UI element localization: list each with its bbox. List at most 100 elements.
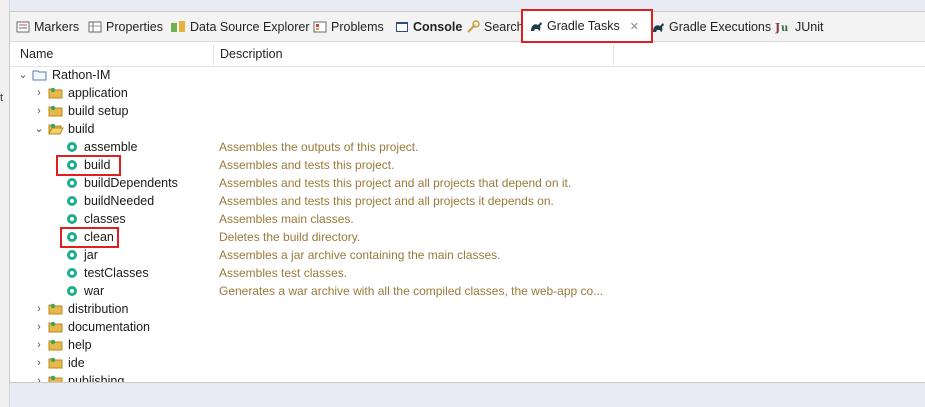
tree-row-task[interactable]: clean Deletes the build directory. bbox=[10, 228, 910, 246]
chevron-right-icon[interactable]: › bbox=[33, 84, 45, 102]
tree-row-task[interactable]: jar Assembles a jar archive containing t… bbox=[10, 246, 910, 264]
tab-label: Properties bbox=[106, 19, 163, 34]
highlight-build-task bbox=[56, 155, 121, 176]
tree-row-distribution[interactable]: › distribution bbox=[10, 300, 910, 318]
tree-row-task[interactable]: classes Assembles main classes. bbox=[10, 210, 910, 228]
tree-row-help[interactable]: › help bbox=[10, 336, 910, 354]
tree-label: ide bbox=[68, 356, 85, 370]
tree-label: documentation bbox=[68, 320, 151, 334]
tree-label: distribution bbox=[68, 302, 129, 316]
tree-row-publishing[interactable]: › publishing bbox=[10, 372, 910, 382]
task-description: Assembles and tests this project. bbox=[219, 158, 395, 172]
task-name: testClasses bbox=[84, 266, 149, 280]
folder-icon bbox=[48, 357, 63, 369]
chevron-right-icon[interactable]: › bbox=[33, 102, 45, 120]
folder-icon bbox=[48, 339, 63, 351]
chevron-right-icon[interactable]: › bbox=[33, 354, 45, 372]
gear-icon bbox=[67, 268, 77, 278]
task-description: Assembles main classes. bbox=[219, 212, 354, 226]
markers-icon bbox=[16, 21, 30, 32]
tab-label: JUnit bbox=[795, 19, 824, 34]
gear-icon bbox=[67, 214, 77, 224]
search-icon bbox=[467, 19, 480, 33]
folder-icon bbox=[48, 303, 63, 315]
tree-row-task[interactable]: buildNeeded Assembles and tests this pro… bbox=[10, 192, 910, 210]
chevron-down-icon[interactable]: ⌄ bbox=[33, 120, 45, 138]
task-name: classes bbox=[84, 212, 126, 226]
tab-label: Gradle Tasks bbox=[547, 19, 620, 33]
folder-icon bbox=[48, 87, 63, 99]
tab-label: Search bbox=[484, 19, 524, 34]
project-folder-icon bbox=[32, 70, 47, 81]
task-description: Assembles test classes. bbox=[219, 266, 348, 280]
tab-properties[interactable]: Properties bbox=[88, 12, 163, 41]
tab-label: Markers bbox=[34, 19, 80, 34]
column-divider[interactable] bbox=[213, 45, 214, 65]
task-name: buildNeeded bbox=[84, 194, 155, 208]
tab-label: Problems bbox=[331, 19, 384, 34]
folder-icon bbox=[48, 105, 63, 117]
console-icon bbox=[396, 21, 408, 32]
tree-label: help bbox=[68, 338, 92, 352]
svg-text:u: u bbox=[781, 23, 788, 34]
tab-gradle-tasks[interactable]: Gradle Tasks ✕ bbox=[521, 9, 653, 43]
tree-row-task[interactable]: testClasses Assembles test classes. bbox=[10, 264, 910, 282]
junit-icon: Ju bbox=[775, 21, 788, 34]
chevron-right-icon[interactable]: › bbox=[33, 300, 45, 318]
gear-icon bbox=[67, 178, 77, 188]
tab-junit[interactable]: Ju JUnit bbox=[775, 12, 823, 41]
svg-text:J: J bbox=[775, 21, 780, 34]
chevron-right-icon[interactable]: › bbox=[33, 318, 45, 336]
column-name[interactable]: Name bbox=[20, 42, 53, 66]
column-divider[interactable] bbox=[613, 45, 614, 65]
gear-icon bbox=[67, 250, 77, 260]
tab-markers[interactable]: Markers bbox=[16, 12, 79, 41]
task-name: buildDependents bbox=[84, 176, 178, 190]
data-source-icon bbox=[171, 20, 185, 32]
task-name: assemble bbox=[84, 140, 138, 154]
chevron-down-icon[interactable]: ⌄ bbox=[17, 66, 29, 84]
task-description: Assembles and tests this project and all… bbox=[219, 194, 554, 208]
task-description: Generates a war archive with all the com… bbox=[219, 284, 604, 298]
gear-icon bbox=[67, 286, 77, 296]
task-description: Deletes the build directory. bbox=[219, 230, 361, 244]
tree-row-ide[interactable]: › ide bbox=[10, 354, 910, 372]
task-description: Assembles the outputs of this project. bbox=[219, 140, 419, 154]
column-description[interactable]: Description bbox=[220, 42, 283, 66]
close-icon[interactable]: ✕ bbox=[630, 20, 639, 33]
folder-icon bbox=[48, 321, 63, 333]
tree-row-task[interactable]: war Generates a war archive with all the… bbox=[10, 282, 910, 300]
column-header: Name Description bbox=[10, 42, 925, 67]
tab-label: Gradle Executions bbox=[669, 19, 772, 34]
tab-problems[interactable]: Problems bbox=[313, 12, 384, 41]
tree-label: build setup bbox=[68, 104, 129, 118]
folder-open-icon bbox=[48, 123, 64, 135]
folder-icon bbox=[48, 375, 63, 382]
tab-console[interactable]: Console bbox=[395, 12, 462, 41]
tab-search[interactable]: Search bbox=[466, 12, 524, 41]
tree-row-task[interactable]: assemble Assembles the outputs of this p… bbox=[10, 138, 910, 156]
gradle-view-frame: Markers Properties Data Source Explorer … bbox=[9, 9, 925, 383]
gradle-icon bbox=[653, 22, 664, 32]
tree-label: publishing bbox=[68, 374, 125, 382]
chevron-right-icon[interactable]: › bbox=[33, 372, 45, 382]
tree-row-task[interactable]: buildDependents Assembles and tests this… bbox=[10, 174, 910, 192]
tab-gradle-executions[interactable]: Gradle Executions bbox=[651, 12, 771, 41]
tree-row-build-group[interactable]: ⌄ build bbox=[10, 120, 910, 138]
task-name: war bbox=[84, 284, 105, 298]
tree-row-project[interactable]: ⌄ Rathon-IM bbox=[10, 66, 910, 84]
tree-row-task[interactable]: build Assembles and tests this project. bbox=[10, 156, 910, 174]
tree-label: application bbox=[68, 86, 128, 100]
tree-row-documentation[interactable]: › documentation bbox=[10, 318, 910, 336]
task-name: jar bbox=[84, 248, 98, 262]
task-description: Assembles a jar archive containing the m… bbox=[219, 248, 501, 262]
tree-row-application[interactable]: › application bbox=[10, 84, 910, 102]
properties-icon bbox=[88, 21, 102, 32]
chevron-right-icon[interactable]: › bbox=[33, 336, 45, 354]
tab-data-source-explorer[interactable]: Data Source Explorer bbox=[170, 12, 310, 41]
gear-icon bbox=[67, 142, 77, 152]
highlight-clean-task bbox=[60, 227, 119, 248]
task-description: Assembles and tests this project and all… bbox=[219, 176, 572, 190]
tree-label: Rathon-IM bbox=[52, 68, 111, 82]
tree-row-build-setup[interactable]: › build setup bbox=[10, 102, 910, 120]
